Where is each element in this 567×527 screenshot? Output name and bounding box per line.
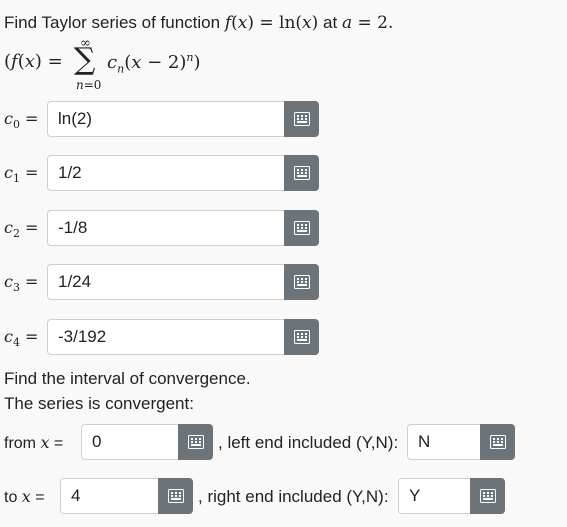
right-included-keyboard-button[interactable]	[470, 478, 505, 514]
c3-keyboard-button[interactable]	[284, 264, 319, 300]
series-term: cn(x − 2)n)	[107, 51, 201, 76]
keyboard-icon	[479, 489, 496, 503]
to-keyboard-button[interactable]	[158, 478, 193, 514]
from-label: from x =	[4, 433, 64, 452]
interval-prompt: Find the interval of convergence.	[4, 369, 251, 388]
left-included-keyboard-button[interactable]	[480, 424, 515, 460]
keyboard-icon	[489, 435, 506, 449]
function-expression: f(x) = ln(x)	[224, 13, 319, 33]
point-expression: a = 2.	[341, 13, 394, 33]
keyboard-icon	[293, 221, 310, 235]
at-word: at	[323, 13, 338, 32]
keyboard-icon	[167, 489, 184, 503]
c1-input[interactable]: 1/2	[47, 155, 284, 191]
c0-input[interactable]: ln(2)	[47, 101, 284, 137]
question-text: Find Taylor series of function f(x) = ln…	[4, 13, 393, 33]
c4-label: c4 =	[4, 327, 39, 350]
series-lhs: (f(x) =	[4, 51, 63, 72]
c1-keyboard-button[interactable]	[284, 155, 319, 191]
to-label: to x =	[4, 487, 45, 506]
from-keyboard-button[interactable]	[178, 424, 213, 460]
c1-label: c1 =	[4, 163, 39, 186]
c4-input[interactable]: -3/192	[47, 319, 284, 355]
c4-keyboard-button[interactable]	[284, 319, 319, 355]
keyboard-icon	[293, 166, 310, 180]
keyboard-icon	[293, 330, 310, 344]
keyboard-icon	[293, 275, 310, 289]
right-included-input[interactable]: Y	[398, 478, 470, 514]
series-formula: (f(x) = ∞ ∑ n=0 cn(x − 2)n)	[4, 36, 304, 94]
c2-keyboard-button[interactable]	[284, 210, 319, 246]
c3-input[interactable]: 1/24	[47, 264, 284, 300]
sum-lower-limit: n=0	[76, 78, 102, 92]
from-input[interactable]: 0	[81, 424, 178, 460]
left-included-input[interactable]: N	[407, 424, 480, 460]
c0-keyboard-button[interactable]	[284, 101, 319, 137]
keyboard-icon	[293, 112, 310, 126]
right-included-label: , right end included (Y,N):	[198, 487, 389, 506]
keyboard-icon	[187, 435, 204, 449]
sum-symbol: ∑	[74, 42, 96, 77]
left-included-label: , left end included (Y,N):	[218, 433, 399, 452]
c0-label: c0 =	[4, 109, 39, 132]
convergent-statement: The series is convergent:	[4, 394, 194, 413]
c3-label: c3 =	[4, 272, 39, 295]
c2-input[interactable]: -1/8	[47, 210, 284, 246]
question-prefix: Find Taylor series of function	[4, 13, 221, 32]
c2-label: c2 =	[4, 218, 39, 241]
to-input[interactable]: 4	[60, 478, 158, 514]
